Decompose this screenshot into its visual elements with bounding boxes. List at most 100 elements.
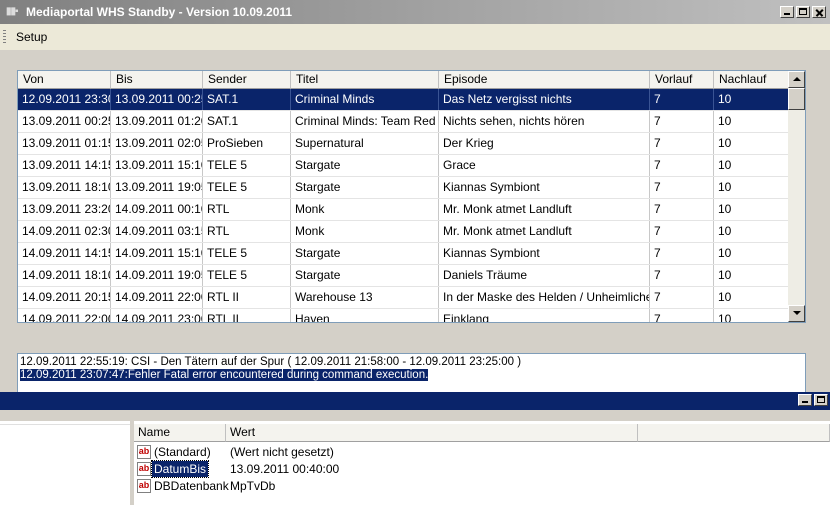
cell-von: 14.09.2011 14:15 xyxy=(18,243,111,264)
cell-episode: In der Maske des Helden / Unheimliche... xyxy=(439,287,650,308)
cell-vorlauf: 7 xyxy=(650,155,714,176)
table-row[interactable]: 13.09.2011 00:25 13.09.2011 01:20 SAT.1 Cri… xyxy=(18,111,789,133)
registry-values-list[interactable]: Name Wert ab (Standard) (Wert nicht gesetz… xyxy=(134,421,830,505)
table-row[interactable]: 14.09.2011 20:15 14.09.2011 22:00 RTL II Wa… xyxy=(18,287,789,309)
cell-von: 13.09.2011 01:15 xyxy=(18,133,111,154)
column-header-von[interactable]: Von xyxy=(18,71,111,89)
cell-vorlauf: 7 xyxy=(650,177,714,198)
menu-setup[interactable]: Setup xyxy=(16,30,47,44)
registry-value-data: MpTvDb xyxy=(230,479,276,493)
server-icon: ▮▮▪ xyxy=(6,6,19,17)
registry-value-name[interactable]: DBDatenbank xyxy=(152,478,231,494)
cell-sender: SAT.1 xyxy=(203,89,291,110)
registry-row[interactable]: ab DBDatenbank MpTvDb xyxy=(134,478,830,495)
cell-nachlauf: 10 xyxy=(714,133,789,154)
cell-vorlauf: 7 xyxy=(650,287,714,308)
cell-von: 13.09.2011 23:20 xyxy=(18,199,111,220)
table-row[interactable]: 14.09.2011 02:30 14.09.2011 03:15 RTL Monk M… xyxy=(18,221,789,243)
scroll-thumb[interactable] xyxy=(788,88,805,110)
table-row[interactable]: 14.09.2011 22:00 14.09.2011 23:00 RTL II Ha… xyxy=(18,309,789,322)
column-header-bis[interactable]: Bis xyxy=(111,71,203,89)
column-header-wert[interactable]: Wert xyxy=(226,424,638,442)
scroll-down-icon[interactable] xyxy=(788,305,805,322)
cell-sender: RTL II xyxy=(203,309,291,322)
recordings-list[interactable]: Von Bis Sender Titel Episode Vorlauf Nac… xyxy=(17,70,806,323)
vertical-scrollbar[interactable] xyxy=(788,71,805,322)
table-row[interactable]: 12.09.2011 23:30 13.09.2011 00:25 SAT.1 Cri… xyxy=(18,89,789,111)
cell-von: 14.09.2011 20:15 xyxy=(18,287,111,308)
registry-row[interactable]: ab DatumBis 13.09.2011 00:40:00 xyxy=(134,460,830,478)
table-row[interactable]: 14.09.2011 14:15 14.09.2011 15:10 TELE 5 St… xyxy=(18,243,789,265)
cell-vorlauf: 7 xyxy=(650,309,714,322)
cell-titel: Criminal Minds: Team Red xyxy=(291,111,439,132)
cell-titel: Stargate xyxy=(291,155,439,176)
registry-minimize-button[interactable] xyxy=(798,394,812,406)
log-output[interactable]: 12.09.2011 22:55:19: CSI - Den Tätern au… xyxy=(17,353,806,392)
cell-nachlauf: 10 xyxy=(714,89,789,110)
window-title: Mediaportal WHS Standby - Version 10.09.… xyxy=(26,5,293,19)
registry-tree[interactable] xyxy=(0,421,130,505)
cell-sender: RTL xyxy=(203,221,291,242)
cell-vorlauf: 7 xyxy=(650,111,714,132)
cell-episode: Das Netz vergisst nichts xyxy=(439,89,650,110)
cell-titel: Supernatural xyxy=(291,133,439,154)
cell-von: 13.09.2011 18:10 xyxy=(18,177,111,198)
registry-value-data: 13.09.2011 00:40:00 xyxy=(230,462,340,476)
cell-nachlauf: 10 xyxy=(714,287,789,308)
cell-bis: 13.09.2011 15:10 xyxy=(111,155,203,176)
table-row[interactable]: 13.09.2011 23:20 14.09.2011 00:10 RTL Monk M… xyxy=(18,199,789,221)
main-window: ▮▮▪ Mediaportal WHS Standby - Version 10… xyxy=(0,0,830,392)
cell-episode: Kiannas Symbiont xyxy=(439,243,650,264)
scroll-up-icon[interactable] xyxy=(788,71,805,88)
cell-von: 14.09.2011 22:00 xyxy=(18,309,111,322)
cell-episode: Daniels Träume xyxy=(439,265,650,286)
cell-vorlauf: 7 xyxy=(650,265,714,286)
registry-title-bar[interactable] xyxy=(0,392,830,410)
registry-editor-window: Name Wert ab (Standard) (Wert nicht gesetz… xyxy=(0,392,830,505)
cell-vorlauf: 7 xyxy=(650,89,714,110)
registry-value-name[interactable]: DatumBis xyxy=(150,460,210,478)
table-row[interactable]: 13.09.2011 14:15 13.09.2011 15:10 TELE 5 St… xyxy=(18,155,789,177)
cell-titel: Criminal Minds xyxy=(291,89,439,110)
table-row[interactable]: 14.09.2011 18:10 14.09.2011 19:05 TELE 5 St… xyxy=(18,265,789,287)
cell-nachlauf: 10 xyxy=(714,309,789,322)
cell-episode: Grace xyxy=(439,155,650,176)
registry-toolbar xyxy=(0,410,830,421)
table-row[interactable]: 13.09.2011 18:10 13.09.2011 19:05 TELE 5 St… xyxy=(18,177,789,199)
cell-bis: 14.09.2011 19:05 xyxy=(111,265,203,286)
cell-titel: Stargate xyxy=(291,177,439,198)
column-header-name[interactable]: Name xyxy=(134,424,226,442)
column-header-nachlauf[interactable]: Nachlauf xyxy=(714,71,789,89)
cell-nachlauf: 10 xyxy=(714,243,789,264)
log-line-selected[interactable]: 12.09.2011 23:07:47:Fehler Fatal error e… xyxy=(20,369,429,381)
cell-sender: RTL II xyxy=(203,287,291,308)
registry-caption-buttons xyxy=(798,394,828,406)
registry-value-name[interactable]: (Standard) xyxy=(152,444,213,460)
close-button[interactable] xyxy=(812,6,826,18)
string-value-icon: ab xyxy=(137,462,151,476)
column-header-titel[interactable]: Titel xyxy=(291,71,439,89)
title-bar[interactable]: ▮▮▪ Mediaportal WHS Standby - Version 10… xyxy=(0,0,830,24)
table-row[interactable]: 13.09.2011 01:15 13.09.2011 02:05 ProSiebe… xyxy=(18,133,789,155)
minimize-button[interactable] xyxy=(780,6,794,18)
tree-item[interactable] xyxy=(0,421,130,425)
cell-nachlauf: 10 xyxy=(714,265,789,286)
cell-von: 13.09.2011 14:15 xyxy=(18,155,111,176)
maximize-button[interactable] xyxy=(796,6,810,18)
log-line: 12.09.2011 22:55:19: CSI - Den Tätern au… xyxy=(20,356,522,368)
registry-row[interactable]: ab (Standard) (Wert nicht gesetzt) xyxy=(134,444,830,461)
cell-sender: ProSieben xyxy=(203,133,291,154)
column-header-sender[interactable]: Sender xyxy=(203,71,291,89)
caption-buttons xyxy=(780,6,826,18)
cell-episode: Mr. Monk atmet Landluft xyxy=(439,221,650,242)
cell-vorlauf: 7 xyxy=(650,133,714,154)
cell-bis: 14.09.2011 22:00 xyxy=(111,287,203,308)
column-header-vorlauf[interactable]: Vorlauf xyxy=(650,71,714,89)
cell-nachlauf: 10 xyxy=(714,199,789,220)
cell-bis: 14.09.2011 00:10 xyxy=(111,199,203,220)
column-header-episode[interactable]: Episode xyxy=(439,71,650,89)
registry-maximize-button[interactable] xyxy=(814,394,828,406)
cell-episode: Nichts sehen, nichts hören xyxy=(439,111,650,132)
toolbar-grip-icon[interactable] xyxy=(3,30,6,44)
column-header-empty[interactable] xyxy=(638,424,830,442)
